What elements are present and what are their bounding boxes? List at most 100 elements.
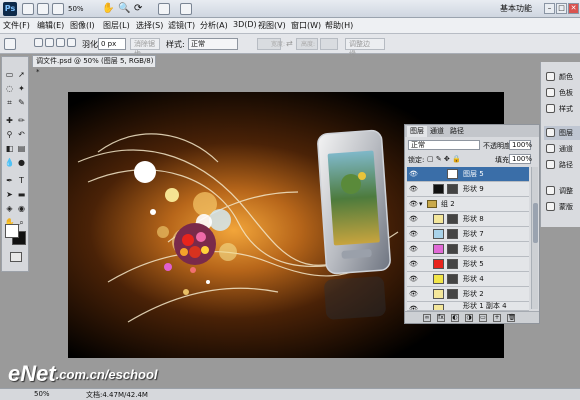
eye-icon[interactable]: 👁 [409, 230, 418, 238]
panel-color[interactable]: 颜色 [544, 70, 580, 84]
add-selection-icon[interactable] [45, 38, 54, 47]
panel-masks[interactable]: 蒙版 [544, 200, 580, 214]
layer-row[interactable]: 👁 形状 6 [407, 242, 529, 257]
menu-view[interactable]: 视图(V) [258, 20, 286, 31]
layer-style-icon[interactable]: fx [437, 314, 445, 322]
pen-tool-icon[interactable]: ✒ [4, 175, 15, 186]
lasso-tool-icon[interactable]: ◌ [4, 83, 15, 94]
lock-icons[interactable]: ▢ ✎ ✥ 🔒 [427, 155, 461, 163]
panel-adjustments[interactable]: 调整 [544, 184, 580, 198]
layer-row[interactable]: 👁 形状 8 [407, 212, 529, 227]
arrange-documents-icon[interactable] [158, 3, 170, 15]
minibridge-icon[interactable] [37, 3, 49, 15]
rotate-view-icon[interactable]: ⟳ [134, 3, 146, 15]
panel-styles[interactable]: 样式 [544, 102, 580, 116]
eraser-tool-icon[interactable]: ◧ [4, 143, 15, 154]
move-tool-icon[interactable]: ➚ [16, 69, 27, 80]
subtract-selection-icon[interactable] [56, 38, 65, 47]
layer-row[interactable]: 👁 形状 4 [407, 272, 529, 287]
maximize-button[interactable]: □ [556, 3, 567, 14]
gradient-tool-icon[interactable]: ▤ [16, 143, 27, 154]
3d-rotate-tool-icon[interactable]: ◈ [4, 203, 15, 214]
path-selection-tool-icon[interactable]: ➤ [4, 189, 15, 200]
eye-icon[interactable]: 👁 [409, 215, 418, 223]
antialias-checkbox[interactable]: 消除锯齿 [130, 38, 160, 58]
delete-layer-icon[interactable]: 🗑 [507, 314, 516, 322]
brush-tool-icon[interactable]: ✏ [16, 115, 27, 126]
panel-swatches[interactable]: 色板 [544, 86, 580, 100]
eye-icon[interactable]: 👁 [409, 245, 418, 253]
type-tool-icon[interactable]: T [16, 175, 27, 186]
adjustment-layer-icon[interactable]: ◑ [465, 314, 473, 322]
style-select[interactable]: 正常 [188, 38, 238, 50]
menu-analysis[interactable]: 分析(A) [200, 20, 228, 31]
new-selection-icon[interactable] [34, 38, 43, 47]
layer-row[interactable]: 👁 形状 7 [407, 227, 529, 242]
clone-stamp-tool-icon[interactable]: ⚲ [4, 129, 15, 140]
panel-paths[interactable]: 路径 [544, 158, 580, 172]
menu-3d[interactable]: 3D(D) [233, 20, 257, 29]
tab-paths[interactable]: 路径 [447, 126, 467, 137]
eye-icon[interactable]: 👁 [409, 170, 418, 178]
opacity-input[interactable]: 100% [509, 140, 532, 150]
3d-camera-tool-icon[interactable]: ◉ [16, 203, 27, 214]
layer-row[interactable]: 👁 形状 1 副本 4 [407, 302, 529, 311]
close-button[interactable]: ✕ [568, 3, 579, 14]
menu-window[interactable]: 窗口(W) [291, 20, 321, 31]
tab-channels[interactable]: 通道 [427, 126, 447, 137]
refine-edge-button[interactable]: 调整边缘... [345, 38, 385, 58]
eyedropper-tool-icon[interactable]: ✎ [16, 97, 27, 108]
workspace-switcher[interactable]: 基本功能 [500, 3, 532, 15]
zoom-tool-icon[interactable]: 🔍 [118, 3, 130, 15]
eye-icon[interactable]: 👁 [409, 260, 418, 268]
healing-brush-tool-icon[interactable]: ✚ [4, 115, 15, 126]
layer-row[interactable]: 👁 形状 2 [407, 287, 529, 302]
crop-tool-icon[interactable]: ⌗ [4, 97, 15, 108]
foreground-color-swatch[interactable] [5, 224, 19, 238]
marquee-preset-icon[interactable] [4, 38, 16, 50]
dodge-tool-icon[interactable]: ● [16, 157, 27, 168]
blur-tool-icon[interactable]: 💧 [4, 157, 15, 168]
new-group-icon[interactable]: ▭ [479, 314, 487, 322]
add-mask-icon[interactable]: ◐ [451, 314, 459, 322]
intersect-selection-icon[interactable] [67, 38, 76, 47]
new-layer-icon[interactable]: + [493, 314, 501, 322]
status-zoom[interactable]: 50% [34, 390, 50, 398]
eye-icon[interactable]: 👁 [409, 290, 418, 298]
rect-marquee-tool-icon[interactable]: ▭ [4, 69, 15, 80]
panel-layers[interactable]: 图层 [544, 126, 580, 140]
layers-scrollbar[interactable] [531, 167, 538, 309]
magic-wand-tool-icon[interactable]: ✦ [16, 83, 27, 94]
menu-edit[interactable]: 编辑(E) [37, 20, 64, 31]
quick-mask-icon[interactable] [10, 252, 22, 262]
hand-tool-icon[interactable]: ✋ [102, 3, 114, 15]
menu-file[interactable]: 文件(F) [3, 20, 30, 31]
swap-dimensions-icon[interactable]: ⇄ [286, 39, 293, 48]
link-layers-icon[interactable]: ∞ [423, 314, 431, 322]
shape-tool-icon[interactable]: ▬ [16, 189, 27, 200]
height-value-input[interactable] [320, 38, 338, 50]
menu-help[interactable]: 帮助(H) [325, 20, 353, 31]
layer-row[interactable]: 👁 形状 5 [407, 257, 529, 272]
eye-icon[interactable]: 👁 [409, 200, 418, 208]
history-brush-tool-icon[interactable]: ↶ [16, 129, 27, 140]
eye-icon[interactable]: 👁 [409, 185, 418, 193]
tab-layers[interactable]: 图层 [407, 126, 427, 137]
menu-filter[interactable]: 滤镜(T) [168, 20, 195, 31]
feather-input[interactable]: 0 px [98, 38, 126, 50]
menu-layer[interactable]: 图层(L) [103, 20, 130, 31]
fill-input[interactable]: 100% [509, 154, 532, 164]
minimize-button[interactable]: – [544, 3, 555, 14]
zoom-select[interactable]: 50% [68, 3, 98, 15]
screen-mode-icon[interactable] [180, 3, 192, 15]
menu-select[interactable]: 选择(S) [136, 20, 163, 31]
layer-row[interactable]: 👁 形状 9 [407, 182, 529, 197]
view-extras-icon[interactable] [52, 3, 64, 15]
panel-channels[interactable]: 通道 [544, 142, 580, 156]
bridge-icon[interactable] [22, 3, 34, 15]
document-tab[interactable]: 调文件.psd @ 50% (图层 5, RGB/8) * [32, 55, 156, 76]
eye-icon[interactable]: 👁 [409, 275, 418, 283]
layer-row[interactable]: 👁 图层 5 [407, 167, 529, 182]
menu-image[interactable]: 图像(I) [70, 20, 95, 31]
layer-group-row[interactable]: 👁 ▾ 组 2 [407, 197, 529, 212]
